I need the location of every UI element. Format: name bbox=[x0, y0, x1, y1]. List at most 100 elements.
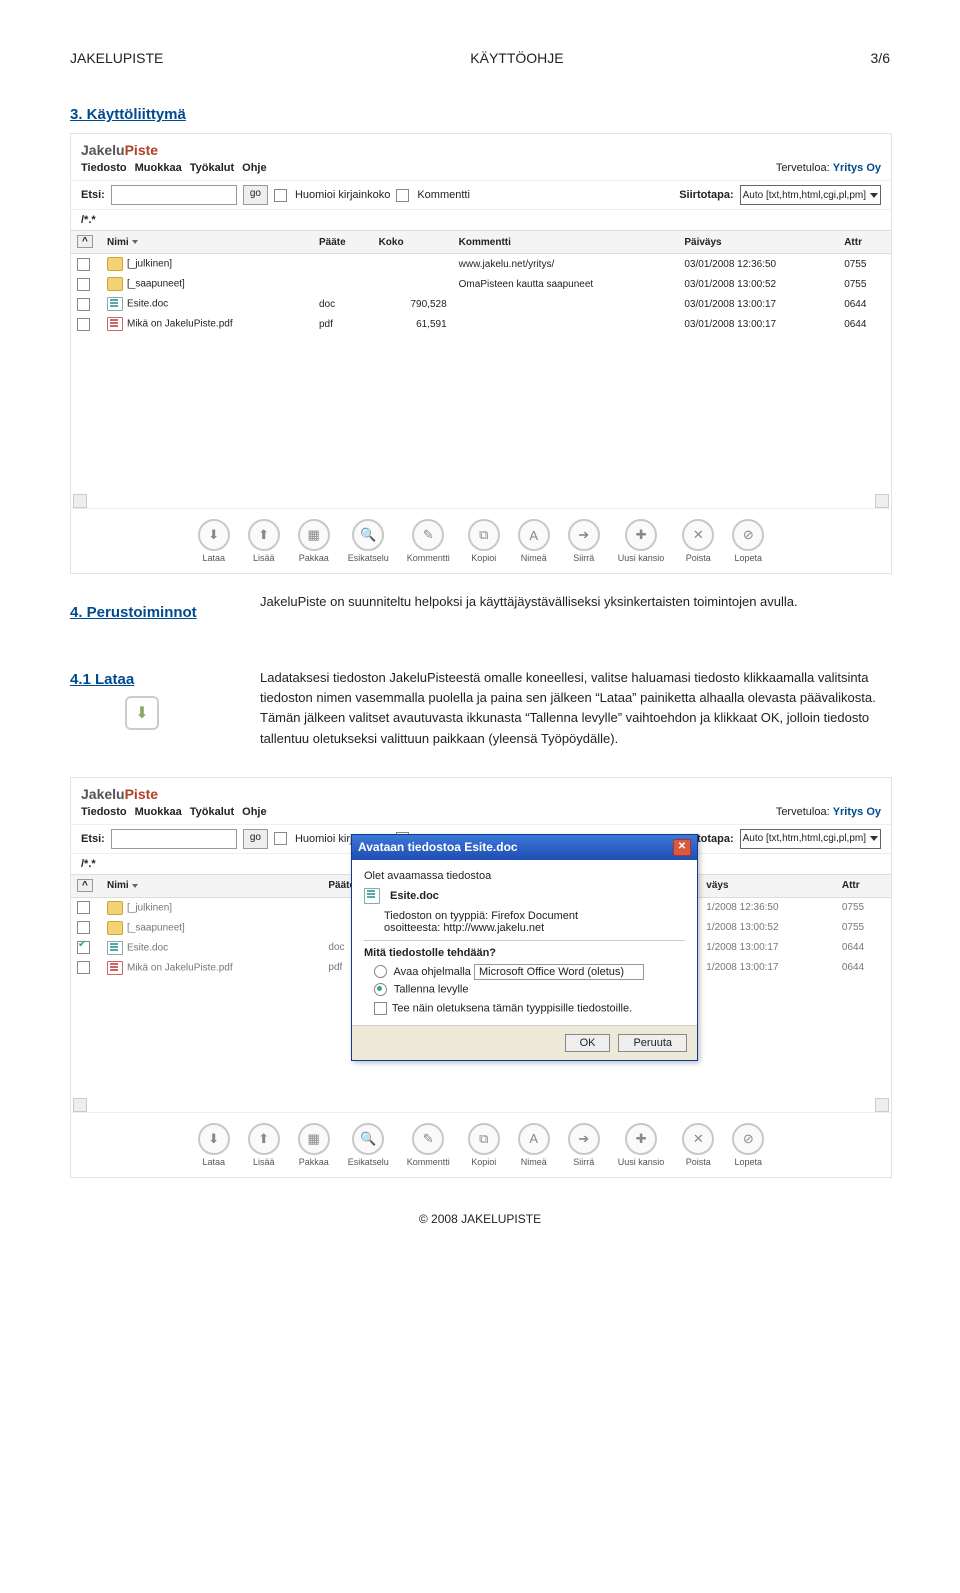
row-checkbox[interactable] bbox=[77, 961, 90, 974]
dialog-line1: Olet avaamassa tiedostoa bbox=[364, 870, 685, 882]
row-checkbox[interactable] bbox=[77, 901, 90, 914]
kopioi-icon: ⧉ bbox=[468, 519, 500, 551]
lataa-button[interactable]: ⬇Lataa bbox=[198, 1123, 230, 1167]
row-checkbox[interactable] bbox=[77, 941, 90, 954]
section-41-title: 4.1 Lataa bbox=[70, 671, 250, 688]
welcome-label: Tervetuloa: bbox=[776, 162, 830, 174]
toolbar-label: Esikatselu bbox=[348, 1157, 389, 1167]
col-size[interactable]: Koko bbox=[373, 231, 453, 254]
up-button-b[interactable]: ^ bbox=[77, 879, 93, 892]
kopioi-button[interactable]: ⧉Kopioi bbox=[468, 1123, 500, 1167]
ok-button[interactable]: OK bbox=[565, 1034, 611, 1052]
col-attr[interactable]: Attr bbox=[838, 231, 891, 254]
transfer-select[interactable]: Auto [txt,htm,html,cgi,pl,pm] bbox=[740, 185, 881, 205]
checkbox-case[interactable] bbox=[274, 189, 287, 202]
search-label-b: Etsi: bbox=[81, 833, 105, 845]
esikatselu-button[interactable]: 🔍Esikatselu bbox=[348, 519, 389, 563]
scroll-right-icon-b[interactable] bbox=[875, 1098, 889, 1112]
col-date[interactable]: Päiväys bbox=[678, 231, 838, 254]
search-input-b[interactable] bbox=[111, 829, 237, 849]
menu-file-b[interactable]: Tiedosto bbox=[81, 806, 127, 818]
go-button-b[interactable]: go bbox=[243, 829, 268, 849]
menu-file[interactable]: Tiedosto bbox=[81, 162, 127, 174]
lisaa-button[interactable]: ⬆Lisää bbox=[248, 1123, 280, 1167]
pakkaa-button[interactable]: ▦Pakkaa bbox=[298, 519, 330, 563]
checkbox-remember[interactable] bbox=[374, 1002, 387, 1015]
folder-icon bbox=[107, 257, 123, 271]
pakkaa-button[interactable]: ▦Pakkaa bbox=[298, 1123, 330, 1167]
folder-icon bbox=[107, 921, 123, 935]
close-icon[interactable]: ✕ bbox=[673, 839, 691, 856]
radio-save[interactable] bbox=[374, 983, 387, 996]
toolbar-label: Pakkaa bbox=[298, 553, 330, 563]
section-4-title: 4. Perustoiminnot bbox=[70, 604, 250, 621]
checkbox-case-b[interactable] bbox=[274, 832, 287, 845]
menu-tools-b[interactable]: Työkalut bbox=[190, 806, 234, 818]
siirra-button[interactable]: ➔Siirrä bbox=[568, 519, 600, 563]
row-checkbox[interactable] bbox=[77, 921, 90, 934]
uusikansio-button[interactable]: ✚Uusi kansio bbox=[618, 1123, 665, 1167]
poista-icon: ✕ bbox=[682, 1123, 714, 1155]
menu-help[interactable]: Ohje bbox=[242, 162, 266, 174]
esikatselu-icon: 🔍 bbox=[352, 1123, 384, 1155]
up-button[interactable]: ^ bbox=[77, 235, 93, 248]
siirra-button[interactable]: ➔Siirrä bbox=[568, 1123, 600, 1167]
kommentti-icon: ✎ bbox=[412, 519, 444, 551]
lataa-button[interactable]: ⬇Lataa bbox=[198, 519, 230, 563]
chevron-down-icon-b bbox=[870, 836, 878, 841]
menu-edit[interactable]: Muokkaa bbox=[135, 162, 182, 174]
transfer-select-b[interactable]: Auto [txt,htm,html,cgi,pl,pm] bbox=[740, 829, 881, 849]
menu-edit-b[interactable]: Muokkaa bbox=[135, 806, 182, 818]
download-dialog: Avataan tiedostoa Esite.doc ✕ Olet avaam… bbox=[351, 834, 698, 1061]
row-checkbox[interactable] bbox=[77, 258, 90, 271]
table-row[interactable]: [_julkinen]www.jakelu.net/yritys/03/01/2… bbox=[71, 254, 891, 275]
lisaa-button[interactable]: ⬆Lisää bbox=[248, 519, 280, 563]
scroll-right-icon[interactable] bbox=[875, 494, 889, 508]
col-name-b[interactable]: Nimi bbox=[101, 874, 322, 897]
esikatselu-icon: 🔍 bbox=[352, 519, 384, 551]
toolbar-label: Siirrä bbox=[568, 1157, 600, 1167]
go-button[interactable]: go bbox=[243, 185, 268, 205]
col-attr-b[interactable]: Attr bbox=[836, 874, 891, 897]
scroll-left-icon-b[interactable] bbox=[73, 1098, 87, 1112]
dialog-from-line: osoitteesta: http://www.jakelu.net bbox=[384, 922, 685, 934]
cancel-button[interactable]: Peruuta bbox=[618, 1034, 687, 1052]
menu-help-b[interactable]: Ohje bbox=[242, 806, 266, 818]
uusikansio-button[interactable]: ✚Uusi kansio bbox=[618, 519, 665, 563]
scroll-left-icon[interactable] bbox=[73, 494, 87, 508]
toolbar-label: Uusi kansio bbox=[618, 1157, 665, 1167]
poista-button[interactable]: ✕Poista bbox=[682, 519, 714, 563]
table-row[interactable]: Esite.docdoc790,52803/01/2008 13:00:1706… bbox=[71, 294, 891, 314]
row-checkbox[interactable] bbox=[77, 318, 90, 331]
path-b: /*.* bbox=[81, 858, 96, 870]
menu-tools[interactable]: Työkalut bbox=[190, 162, 234, 174]
nimea-button[interactable]: ANimeä bbox=[518, 519, 550, 563]
checkbox-comment[interactable] bbox=[396, 189, 409, 202]
lopeta-icon: ⊘ bbox=[732, 519, 764, 551]
toolbar-label: Kommentti bbox=[407, 1157, 450, 1167]
kommentti-button[interactable]: ✎Kommentti bbox=[407, 519, 450, 563]
pdf-icon bbox=[107, 961, 123, 975]
col-comment[interactable]: Kommentti bbox=[453, 231, 679, 254]
col-ext[interactable]: Pääte bbox=[313, 231, 373, 254]
lopeta-button[interactable]: ⊘Lopeta bbox=[732, 1123, 764, 1167]
nimea-button[interactable]: ANimeä bbox=[518, 1123, 550, 1167]
col-date-b[interactable]: väys bbox=[700, 874, 836, 897]
kommentti-button[interactable]: ✎ Kommentti bbox=[407, 1123, 450, 1167]
radio-open[interactable] bbox=[374, 965, 387, 978]
col-name[interactable]: Nimi bbox=[101, 231, 313, 254]
row-checkbox[interactable] bbox=[77, 278, 90, 291]
table-row[interactable]: Mikä on JakeluPiste.pdfpdf61,59103/01/20… bbox=[71, 314, 891, 334]
table-row[interactable]: [_saapuneet]OmaPisteen kautta saapuneet0… bbox=[71, 274, 891, 294]
lopeta-button[interactable]: ⊘Lopeta bbox=[732, 519, 764, 563]
kommentti-icon: ✎ bbox=[412, 1123, 444, 1155]
kopioi-button[interactable]: ⧉Kopioi bbox=[468, 519, 500, 563]
welcome-user-b: Yritys Oy bbox=[833, 806, 881, 818]
path: /*.* bbox=[81, 214, 96, 226]
poista-button[interactable]: ✕Poista bbox=[682, 1123, 714, 1167]
open-with-select[interactable]: Microsoft Office Word (oletus) bbox=[474, 964, 644, 980]
search-input[interactable] bbox=[111, 185, 237, 205]
nimea-icon: A bbox=[518, 1123, 550, 1155]
row-checkbox[interactable] bbox=[77, 298, 90, 311]
esikatselu-button[interactable]: 🔍 Esikatselu bbox=[348, 1123, 389, 1167]
